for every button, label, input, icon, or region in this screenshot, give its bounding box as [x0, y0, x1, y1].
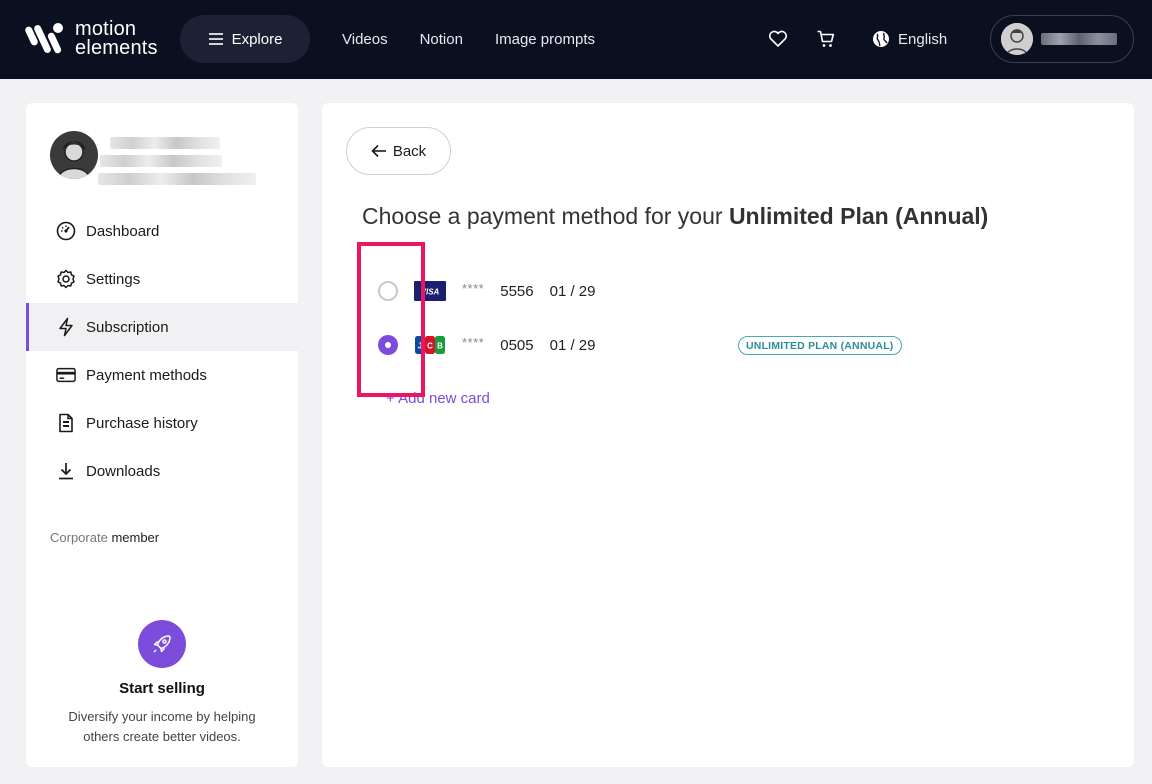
profile-summary [50, 131, 256, 185]
arrow-left-icon [371, 144, 386, 158]
profile-name-redacted [98, 131, 256, 185]
avatar [1001, 23, 1033, 55]
card-option-jcb[interactable]: J C B **** 0505 01 / 29 [378, 330, 596, 360]
main-nav: Videos Notion Image prompts [342, 0, 595, 79]
motion-elements-logo[interactable]: motion elements [25, 18, 158, 60]
membership-type: Corporate [50, 530, 108, 545]
page-title: Choose a payment method for your Unlimit… [362, 203, 988, 230]
promo-title[interactable]: Start selling [26, 680, 298, 697]
sidebar-item-label: Settings [86, 270, 141, 288]
add-new-card-link[interactable]: + Add new card [386, 390, 490, 407]
globe-icon [873, 31, 889, 47]
top-navigation-bar: motion elements Explore Videos Notion Im… [0, 0, 1152, 79]
jcb-logo-icon: J C B [415, 336, 445, 354]
card-expiry: 01 / 29 [549, 336, 596, 354]
page-title-prefix: Choose a payment method for your [362, 203, 723, 229]
visa-logo-icon: VISA [414, 281, 446, 301]
account-sidebar: Dashboard Settings Subscription Payment … [26, 103, 298, 767]
logo-mark-icon [25, 23, 63, 54]
receipt-icon [56, 413, 76, 433]
user-name-redacted [1041, 33, 1117, 45]
avatar [50, 131, 98, 179]
rocket-icon[interactable] [138, 620, 186, 668]
gear-icon [56, 269, 76, 289]
sidebar-item-label: Subscription [86, 318, 169, 336]
dashboard-icon [56, 221, 76, 241]
visa-text: VISA [421, 288, 440, 297]
sidebar-item-label: Purchase history [86, 414, 198, 432]
sidebar-item-label: Payment methods [86, 366, 207, 384]
payment-method-panel: Back Choose a payment method for your Un… [322, 103, 1134, 767]
nav-notion[interactable]: Notion [420, 31, 463, 48]
annotation-highlight-box [357, 242, 425, 397]
svg-text:B: B [437, 342, 443, 351]
membership-status: Corporate member [50, 530, 159, 545]
back-label: Back [392, 142, 427, 160]
explore-button[interactable]: Explore [180, 15, 310, 63]
explore-label: Explore [231, 30, 283, 48]
credit-card-icon [56, 365, 76, 385]
sidebar-item-dashboard[interactable]: Dashboard [26, 207, 298, 255]
language-selector[interactable]: English [872, 27, 947, 51]
membership-label: member [111, 530, 160, 545]
sidebar-item-subscription[interactable]: Subscription [26, 303, 298, 351]
lightning-icon [56, 317, 76, 337]
card-last4: 0505 [500, 336, 534, 354]
nav-videos[interactable]: Videos [342, 31, 388, 48]
card-radio-unselected[interactable] [378, 281, 398, 301]
promo-description: Diversify your income by helping others … [68, 709, 256, 744]
nav-image-prompts[interactable]: Image prompts [495, 31, 595, 48]
back-button[interactable]: Back [346, 127, 451, 175]
download-icon [56, 461, 76, 481]
sidebar-item-label: Downloads [86, 462, 161, 480]
card-radio-selected[interactable] [378, 335, 398, 355]
plan-name: Unlimited Plan (Annual) [728, 203, 989, 229]
start-selling-promo: Start selling Diversify your income by h… [26, 620, 298, 747]
card-mask: **** [462, 280, 485, 296]
sidebar-item-purchase-history[interactable]: Purchase history [26, 399, 298, 447]
status-badge: UNLIMITED PLAN (ANNUAL) [738, 336, 902, 355]
svg-text:J: J [418, 342, 422, 351]
language-label: English [898, 30, 948, 48]
cart-icon[interactable] [814, 27, 838, 51]
card-last4: 5556 [500, 282, 534, 300]
card-mask: **** [462, 334, 485, 350]
sidebar-item-settings[interactable]: Settings [26, 255, 298, 303]
user-account-menu[interactable] [990, 15, 1134, 63]
card-option-visa[interactable]: VISA **** 5556 01 / 29 [378, 276, 596, 306]
sidebar-item-downloads[interactable]: Downloads [26, 447, 298, 495]
sidebar-item-label: Dashboard [86, 222, 160, 240]
card-expiry: 01 / 29 [549, 282, 596, 300]
heart-icon[interactable] [766, 27, 790, 51]
account-menu: Dashboard Settings Subscription Payment … [26, 207, 298, 495]
hamburger-icon [208, 33, 223, 45]
sidebar-item-payment-methods[interactable]: Payment methods [26, 351, 298, 399]
logo-wordmark: motion elements [75, 19, 158, 59]
logo-line-2: elements [75, 37, 158, 59]
svg-text:C: C [427, 342, 433, 351]
